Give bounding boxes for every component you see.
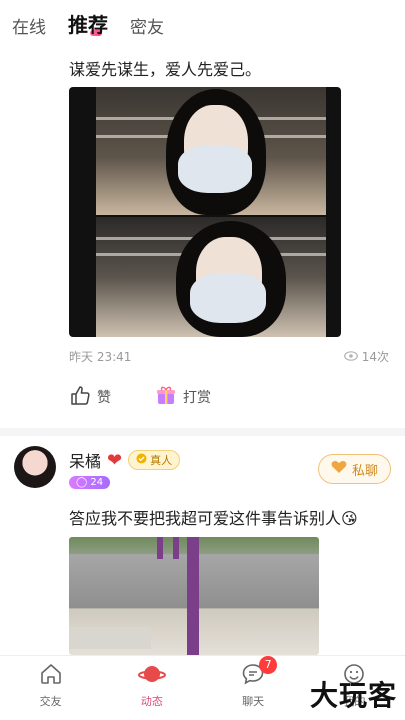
nav-label: 动态 <box>140 694 163 708</box>
post2-image[interactable] <box>69 537 319 655</box>
nav-label: 聊天 <box>242 694 265 708</box>
nav-label: 交友 <box>39 694 62 708</box>
tab-recommend[interactable]: 推荐 <box>68 9 108 38</box>
heart-chat-icon <box>331 460 347 478</box>
username[interactable]: 呆橘 <box>69 448 101 472</box>
post-image[interactable] <box>69 87 341 337</box>
top-tab-bar: 在线 推荐 密友 <box>0 0 405 50</box>
post-actions: 赞 打赏 <box>69 384 211 410</box>
photo-frame-bottom <box>96 217 326 337</box>
heart-icon: ❤ <box>107 449 123 471</box>
chat-button-label: 私聊 <box>351 463 378 479</box>
unread-badge: 7 <box>259 655 278 674</box>
verified-label: 真人 <box>150 454 173 467</box>
message-count-badge: ◯ 24 <box>69 476 111 489</box>
verified-badge: 真人 <box>128 450 181 470</box>
post-time: 昨天 23:41 <box>69 350 132 364</box>
photo-frame-top <box>96 87 326 215</box>
verified-icon <box>136 453 147 467</box>
post2-text: 答应我不要把我超可爱这件事告诉别人😘 <box>69 509 358 528</box>
view-count: 14次 <box>361 350 389 364</box>
tab-close-friends[interactable]: 密友 <box>130 13 164 38</box>
planet-icon <box>137 662 166 689</box>
comment-icon: ◯ <box>76 477 88 488</box>
like-button[interactable]: 赞 <box>69 384 111 410</box>
count-value: 24 <box>90 477 104 488</box>
gift-icon <box>155 384 177 410</box>
reward-button[interactable]: 打赏 <box>155 384 211 410</box>
home-icon <box>39 662 63 689</box>
avatar[interactable] <box>14 446 56 488</box>
like-label: 赞 <box>97 390 111 406</box>
nav-chat[interactable]: 7 聊天 <box>223 655 283 709</box>
thumbs-up-icon <box>69 384 91 410</box>
username-row: 呆橘 ❤ 真人 <box>69 448 181 472</box>
post-views: 14次 <box>343 348 389 365</box>
private-chat-button[interactable]: 私聊 <box>317 454 391 484</box>
tab-online[interactable]: 在线 <box>12 13 46 38</box>
nav-feed[interactable]: 动态 <box>122 662 182 709</box>
watermark-logo: 大玩客 <box>309 679 397 712</box>
post-text: 谋爱先谋生，爱人先爱己。 <box>69 60 262 79</box>
reward-label: 打赏 <box>183 390 211 406</box>
eye-icon <box>343 350 358 364</box>
post-divider <box>0 428 405 436</box>
nav-make-friends[interactable]: 交友 <box>21 662 81 709</box>
